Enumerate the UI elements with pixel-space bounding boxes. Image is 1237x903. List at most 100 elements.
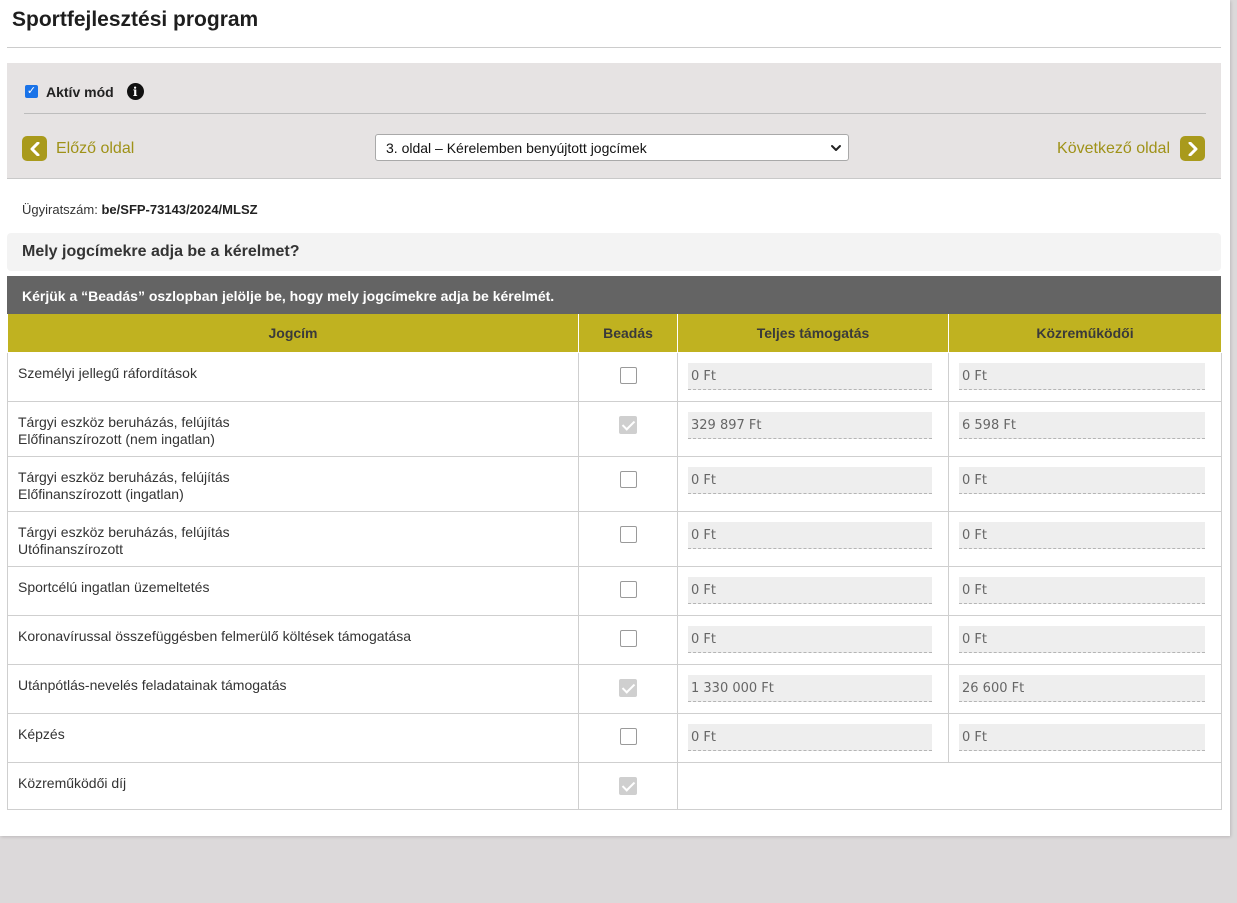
jogcim-line1: Utánpótlás-nevelés feladatainak támogatá… <box>18 677 287 693</box>
teljes-tamogatas-cell: 0 Ft <box>677 713 949 763</box>
page-select-value: 3. oldal – Kérelemben benyújtott jogcíme… <box>386 139 647 156</box>
kozremukodoi-cell: 6 598 Ft <box>948 401 1222 457</box>
table-row: Tárgyi eszköz beruházás, felújítás Utófin… <box>7 511 1222 567</box>
teljes-tamogatas-field: 0 Ft <box>688 522 932 549</box>
main-card: Sportfejlesztési program ✓ Aktív mód i E… <box>0 0 1230 836</box>
jogcim-line1: Személyi jellegű ráfordítások <box>18 365 197 381</box>
teljes-tamogatas-cell: 0 Ft <box>677 352 949 402</box>
kozremukodoi-field: 0 Ft <box>959 363 1205 390</box>
table-row: Tárgyi eszköz beruházás, felújítás Előfin… <box>7 456 1222 512</box>
jogcim-line2: Előfinanszírozott (nem ingatlan) <box>18 431 215 447</box>
jogcim-line2: Előfinanszírozott (ingatlan) <box>18 486 184 502</box>
prev-page-button[interactable]: Előző oldal <box>22 136 134 161</box>
beadas-checkbox[interactable] <box>619 471 637 488</box>
kozremukodoi-cell: 0 Ft <box>948 566 1222 616</box>
page-select[interactable]: 3. oldal – Kérelemben benyújtott jogcíme… <box>375 134 849 161</box>
teljes-tamogatas-field: 329 897 Ft <box>688 412 932 439</box>
kozremukodoi-field: 0 Ft <box>959 724 1205 751</box>
teljes-tamogatas-field: 0 Ft <box>688 467 932 494</box>
beadas-checkbox-checked <box>619 777 637 795</box>
header-kozremukodoi: Közreműködői <box>948 314 1222 353</box>
instruction-bar: Kérjük a “Beadás” oszlopban jelölje be, … <box>7 276 1221 314</box>
jogcim-cell: Koronavírussal összefüggésben felmerülő … <box>7 615 579 665</box>
table-row: Utánpótlás-nevelés feladatainak támogatá… <box>7 664 1222 714</box>
jogcim-line1: Tárgyi eszköz beruházás, felújítás <box>18 469 230 485</box>
jogcim-label: Utánpótlás-nevelés feladatainak támogatá… <box>8 665 578 694</box>
beadas-checkbox-checked <box>619 416 637 434</box>
beadas-checkbox-checked <box>619 679 637 697</box>
kozremukodoi-field: 0 Ft <box>959 522 1205 549</box>
jogcim-cell: Képzés <box>7 713 579 763</box>
kozremukodoi-field: 6 598 Ft <box>959 412 1205 439</box>
teljes-tamogatas-cell: 0 Ft <box>677 615 949 665</box>
beadas-checkbox[interactable] <box>619 526 637 543</box>
jogcim-table: Jogcím Beadás Teljes támogatás Közreműkö… <box>7 314 1222 810</box>
table-header-row: Jogcím Beadás Teljes támogatás Közreműkö… <box>7 314 1222 353</box>
jogcim-cell: Sportcélú ingatlan üzemeltetés <box>7 566 579 616</box>
jogcim-line1: Képzés <box>18 726 65 742</box>
kozremukodoi-cell: 26 600 Ft <box>948 664 1222 714</box>
jogcim-cell: Személyi jellegű ráfordítások <box>7 352 579 402</box>
kozremukodoi-cell: 0 Ft <box>948 713 1222 763</box>
header-jogcim: Jogcím <box>7 314 579 353</box>
jogcim-line2: Utófinanszírozott <box>18 541 124 557</box>
kozremukodoi-field: 0 Ft <box>959 577 1205 604</box>
teljes-tamogatas-field: 1 330 000 Ft <box>688 675 932 702</box>
jogcim-line1: Sportcélú ingatlan üzemeltetés <box>18 579 210 595</box>
beadas-checkbox[interactable] <box>619 367 637 384</box>
kozremukodoi-field: 0 Ft <box>959 626 1205 653</box>
beadas-cell <box>578 456 678 512</box>
title-divider <box>7 47 1221 48</box>
teljes-tamogatas-field: 0 Ft <box>688 577 932 604</box>
beadas-cell <box>578 664 678 714</box>
jogcim-label: Képzés <box>8 714 578 743</box>
header-beadas: Beadás <box>578 314 678 353</box>
kozremukodoi-cell: 0 Ft <box>948 456 1222 512</box>
jogcim-cell: Tárgyi eszköz beruházás, felújítás Előfin… <box>7 401 579 457</box>
beadas-checkbox[interactable] <box>619 581 637 598</box>
beadas-checkbox[interactable] <box>619 630 637 647</box>
teljes-tamogatas-cell: 0 Ft <box>677 511 949 567</box>
beadas-cell <box>578 401 678 457</box>
jogcim-label: Tárgyi eszköz beruházás, felújítás Utófin… <box>8 512 578 558</box>
jogcim-cell: Tárgyi eszköz beruházás, felújítás Utófin… <box>7 511 579 567</box>
jogcim-line1: Közreműködői díj <box>18 775 127 791</box>
teljes-tamogatas-cell: 0 Ft <box>677 456 949 512</box>
teljes-tamogatas-cell: 329 897 Ft <box>677 401 949 457</box>
beadas-checkbox[interactable] <box>619 728 637 745</box>
section-question: Mely jogcímekre adja be a kérelmet? <box>7 233 1221 271</box>
aktiv-mode-checkbox[interactable]: ✓ <box>25 85 38 98</box>
teljes-tamogatas-field: 0 Ft <box>688 363 932 390</box>
jogcim-label: Koronavírussal összefüggésben felmerülő … <box>8 616 578 645</box>
jogcim-label: Közreműködői díj <box>8 763 578 792</box>
case-number-value: be/SFP-73143/2024/MLSZ <box>101 202 258 217</box>
jogcim-line1: Tárgyi eszköz beruházás, felújítás <box>18 414 230 430</box>
beadas-cell <box>578 566 678 616</box>
prev-page-label: Előző oldal <box>56 139 135 157</box>
jogcim-cell: Tárgyi eszköz beruházás, felújítás Előfin… <box>7 456 579 512</box>
case-number-label: Ügyiratszám: <box>22 202 98 217</box>
jogcim-label: Tárgyi eszköz beruházás, felújítás Előfin… <box>8 402 578 448</box>
table-row: Képzés 0 Ft 0 Ft <box>7 713 1222 763</box>
table-row: Koronavírussal összefüggésben felmerülő … <box>7 615 1222 665</box>
empty-amount-cell <box>677 762 1222 810</box>
table-row: Személyi jellegű ráfordítások 0 Ft 0 Ft <box>7 352 1222 402</box>
aktiv-mode: ✓ Aktív mód i <box>25 83 144 100</box>
table-row: Sportcélú ingatlan üzemeltetés 0 Ft 0 Ft <box>7 566 1222 616</box>
chevron-right-icon <box>1180 136 1205 161</box>
jogcim-label: Személyi jellegű ráfordítások <box>8 353 578 382</box>
page-title: Sportfejlesztési program <box>12 8 259 31</box>
kozremukodoi-cell: 0 Ft <box>948 511 1222 567</box>
info-icon[interactable]: i <box>126 83 144 100</box>
jogcim-label: Tárgyi eszköz beruházás, felújítás Előfin… <box>8 457 578 503</box>
chevron-left-icon <box>22 136 47 161</box>
next-page-button[interactable]: Következő oldal <box>1057 136 1205 161</box>
panel-divider <box>24 113 1206 114</box>
jogcim-cell: Utánpótlás-nevelés feladatainak támogatá… <box>7 664 579 714</box>
jogcim-label: Sportcélú ingatlan üzemeltetés <box>8 567 578 596</box>
beadas-cell <box>578 511 678 567</box>
kozremukodoi-field: 0 Ft <box>959 467 1205 494</box>
jogcim-cell: Közreműködői díj <box>7 762 579 810</box>
teljes-tamogatas-cell: 1 330 000 Ft <box>677 664 949 714</box>
jogcim-line1: Koronavírussal összefüggésben felmerülő … <box>18 628 411 644</box>
